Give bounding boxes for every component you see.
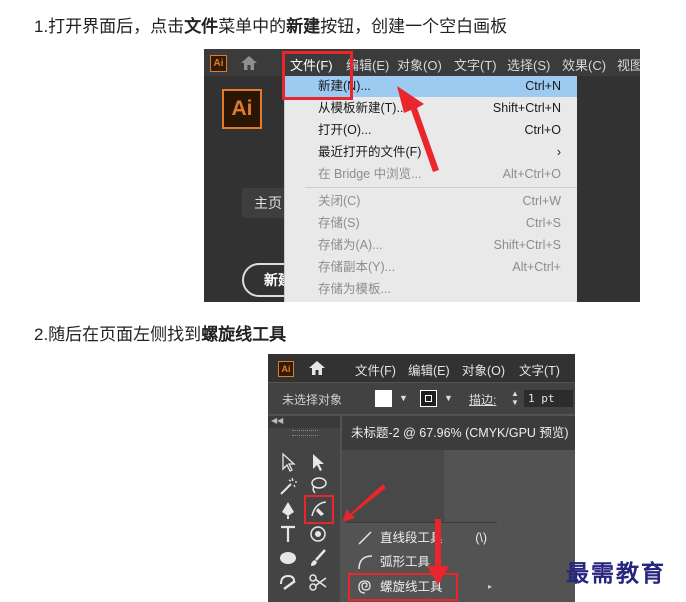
menu-item-save-copy[interactable]: 存储副本(Y)... Alt+Ctrl+ [285,257,577,278]
step-2-bold-spiral-tool: 螺旋线工具 [201,325,287,344]
ellipse-tool-icon[interactable] [278,548,298,568]
document-tab[interactable]: 未标题-2 @ 67.96% (CMYK/GPU 预览) [342,416,575,450]
no-selection-label: 未选择对象 [282,393,343,407]
scissors-tool-icon[interactable] [308,572,328,592]
fill-color-swatch[interactable] [375,390,392,407]
step-1-text-mid: 菜单中的 [218,17,287,36]
panel-grip[interactable] [292,430,318,436]
collapse-panel-icon[interactable]: ◀◀ [271,416,283,425]
home-icon[interactable] [240,55,258,71]
line-tools-flyout: 直线段工具 (\) 弧形工具 螺旋线工具 ▸ [346,522,497,602]
chevron-right-icon: › [556,145,561,159]
chevron-down-icon[interactable]: ▼ [444,393,453,403]
menu-type[interactable]: 文字(T) [519,360,560,379]
menu-type[interactable]: 文字(T) [454,55,497,74]
step-2-instruction: 2.随后在页面左侧找到螺旋线工具 [34,320,286,345]
step-1-instruction: 1.打开界面后，点击文件菜单中的新建按钮，创建一个空白画板 [34,12,507,37]
menu-view[interactable]: 视图 [617,55,640,74]
menu-item-browse-in-bridge[interactable]: 在 Bridge 中浏览... Alt+Ctrl+O [285,164,577,185]
screenshot-toolbar: Ai 文件(F) 编辑(E) 对象(O) 文字(T) 未选择对象 ▼ ▼ 描边:… [268,354,575,602]
selection-tool-icon[interactable] [278,452,298,472]
paintbrush-tool-icon[interactable] [308,548,328,568]
highlight-box-file-menu [282,51,353,100]
menu-object[interactable]: 对象(O) [462,360,505,379]
watermark: 最需教育 [566,560,666,587]
home-icon[interactable] [308,360,326,376]
menu-item-close[interactable]: 关闭(C) Ctrl+W [285,191,577,212]
menu-select[interactable]: 选择(S) [507,55,550,74]
canvas-area[interactable] [342,450,444,522]
menu-bar: Ai 文件(F) 编辑(E) 对象(O) 文字(T) [268,354,575,382]
menu-item-save[interactable]: 存储(S) Ctrl+S [285,213,577,234]
lasso-tool-icon[interactable] [308,476,328,496]
highlight-box-pen-tool [304,495,334,524]
stroke-color-swatch[interactable] [420,390,437,407]
highlight-box-spiral-tool [348,573,458,601]
menu-item-save-as[interactable]: 存储为(A)... Shift+Ctrl+S [285,235,577,256]
touch-type-tool-icon[interactable] [308,524,328,544]
step-1-bold-new: 新建 [286,17,321,36]
step-1-text-prefix: 1.打开界面后，点击 [34,17,185,36]
type-tool-icon[interactable] [278,524,298,544]
flyout-expand-icon[interactable]: ▸ [488,575,492,599]
menu-edit[interactable]: 编辑(E) [408,360,450,379]
menu-object[interactable]: 对象(O) [397,55,442,74]
ai-app-logo-icon: Ai [222,89,262,129]
menu-effect[interactable]: 效果(C) [562,55,606,74]
line-segment-icon [358,531,372,545]
step-2-text-prefix: 2.随后在页面左侧找到 [34,325,202,344]
menu-file[interactable]: 文件(F) [355,360,396,379]
menu-item-open[interactable]: 打开(O)... Ctrl+O [285,120,577,141]
menu-item-new-from-template[interactable]: 从模板新建(T)... Shift+Ctrl+N [285,98,577,119]
stroke-label[interactable]: 描边: [469,391,496,408]
ai-logo-icon: Ai [278,361,294,377]
menu-item-save-as-template[interactable]: 存储为模板... [285,279,577,300]
pen-tool-icon[interactable] [278,500,298,520]
file-menu-dropdown: 新建(N)... Ctrl+N 从模板新建(T)... Shift+Ctrl+N 打… [284,76,577,302]
magic-wand-tool-icon[interactable] [278,476,298,496]
ai-logo-icon: Ai [210,55,227,72]
control-bar: 未选择对象 ▼ ▼ 描边: ▲ ▼ 1 pt [268,383,575,414]
arc-icon [358,555,373,570]
step-1-text-suffix: 按钮，创建一个空白画板 [320,17,508,36]
direct-selection-tool-icon[interactable] [308,452,328,472]
menu-bar: Ai 文件(F) 编辑(E) 对象(O) 文字(T) 选择(S) 效果(C) 视… [204,49,640,76]
chevron-down-icon[interactable]: ▼ [399,393,408,403]
flyout-item-arc-tool[interactable]: 弧形工具 [346,550,497,574]
menu-divider [305,187,577,188]
shaper-tool-icon[interactable] [278,572,298,592]
menu-item-open-recent[interactable]: 最近打开的文件(F) › [285,142,577,163]
stroke-stepper-icon[interactable]: ▲ ▼ [511,389,519,407]
screenshot-file-menu: Ai 文件(F) 编辑(E) 对象(O) 文字(T) 选择(S) 效果(C) 视… [204,49,640,302]
step-1-bold-file: 文件 [184,17,219,36]
stroke-weight-input[interactable]: 1 pt [524,390,573,407]
flyout-item-line-segment-tool[interactable]: 直线段工具 (\) [346,526,497,550]
